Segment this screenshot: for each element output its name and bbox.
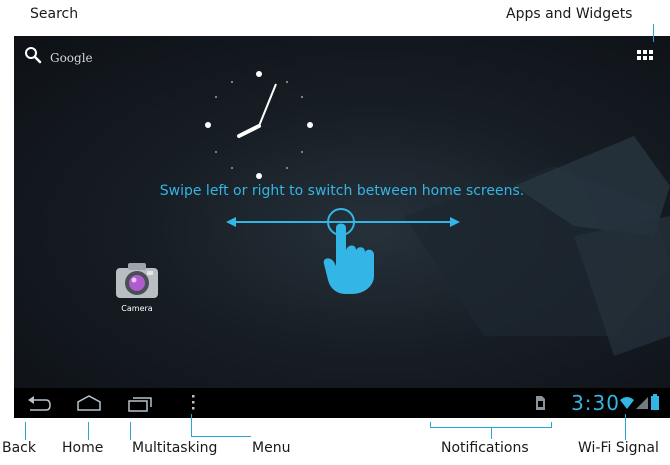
home-screen[interactable]: Google Swipe left or right to switch bet… [14, 36, 670, 388]
leader-menu-h [191, 436, 251, 437]
analog-clock-widget[interactable] [194, 64, 324, 194]
callout-multitasking: Multitasking [132, 440, 218, 456]
cell-signal-icon [636, 397, 648, 409]
system-bar: 3:30 [14, 388, 670, 418]
menu-icon[interactable] [190, 393, 198, 413]
leader-apps [653, 24, 654, 42]
camera-app-label: Camera [121, 304, 153, 313]
wifi-icon [620, 397, 634, 409]
swipe-gesture-illustration [226, 208, 460, 294]
leader-wifi [625, 414, 626, 440]
google-search-button[interactable]: Google [22, 42, 102, 66]
home-icon[interactable] [76, 394, 102, 414]
callout-notifications: Notifications [441, 440, 529, 456]
sd-card-notification-icon[interactable] [534, 395, 546, 411]
callout-search: Search [30, 6, 79, 22]
battery-icon [651, 394, 659, 410]
callout-menu: Menu [252, 440, 291, 456]
swipe-hint-text: Swipe left or right to switch between ho… [159, 183, 525, 199]
status-clock[interactable]: 3:30 [571, 391, 620, 415]
leader-menu [191, 414, 192, 436]
google-label: Google [50, 51, 93, 65]
leader-notifications-c [491, 427, 492, 439]
callout-apps-widgets: Apps and Widgets [506, 6, 633, 22]
leader-back [25, 422, 26, 440]
back-icon[interactable] [26, 394, 52, 414]
camera-icon [116, 263, 158, 298]
callout-wifi-signal: Wi-Fi Signal [578, 440, 659, 456]
leader-notifications-l [430, 422, 431, 428]
callout-back: Back [2, 440, 36, 456]
multitasking-icon[interactable] [127, 393, 153, 413]
leader-notifications-r [551, 422, 552, 428]
leader-home [88, 422, 89, 440]
search-icon [25, 47, 42, 64]
apps-grid-icon[interactable] [637, 50, 655, 64]
leader-multitasking [130, 422, 131, 440]
callout-home: Home [62, 440, 104, 456]
